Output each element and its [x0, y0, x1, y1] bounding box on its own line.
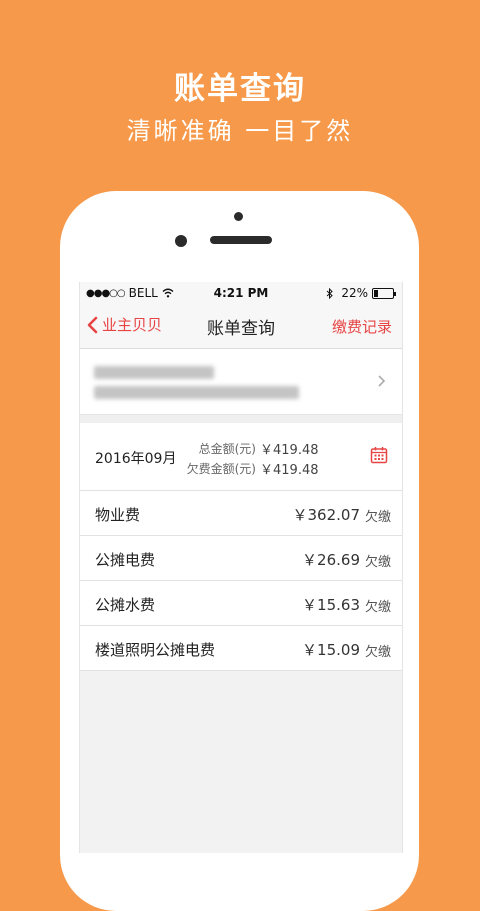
bill-item-name: 楼道照明公摊电费	[95, 641, 216, 659]
property-selector[interactable]	[80, 349, 402, 415]
phone-camera	[234, 212, 243, 221]
bill-list: 物业费 ￥362.07 欠缴 公摊电费 ￥26.69 欠缴 公摊水费 ￥15.6…	[80, 491, 402, 671]
status-right: 22%	[326, 286, 396, 300]
bill-row[interactable]: 公摊水费 ￥15.63 欠缴	[80, 581, 402, 626]
chevron-right-icon	[378, 375, 386, 387]
battery-icon	[372, 287, 396, 299]
promo-subtitle: 清晰准确 一目了然	[126, 117, 354, 145]
battery-level	[374, 289, 378, 297]
blurred-property-address	[94, 386, 299, 399]
bill-item-amount: ￥362.07	[292, 506, 361, 524]
bill-item-status: 欠缴	[364, 645, 391, 660]
bill-summary: 2016年09月 总金额(元) ￥419.48 欠费金额(元) ￥419.48	[80, 423, 402, 491]
total-amount-label: 总金额(元)	[198, 442, 256, 456]
bill-item-status: 欠缴	[364, 600, 391, 615]
total-amount-value: ￥419.48	[260, 443, 319, 458]
battery-percent: 22%	[341, 286, 368, 300]
battery-tip	[394, 291, 396, 296]
calendar-icon[interactable]	[370, 446, 388, 464]
bluetooth-icon	[326, 287, 334, 299]
bill-row[interactable]: 楼道照明公摊电费 ￥15.09 欠缴	[80, 626, 402, 671]
bill-item-amount: ￥15.63	[302, 596, 360, 614]
bill-item-amount: ￥26.69	[302, 551, 360, 569]
blurred-property-name	[94, 366, 214, 379]
bill-month: 2016年09月	[95, 451, 177, 467]
bill-row[interactable]: 公摊电费 ￥26.69 欠缴	[80, 536, 402, 581]
bill-row[interactable]: 物业费 ￥362.07 欠缴	[80, 491, 402, 536]
owed-amount-value: ￥419.48	[260, 463, 319, 478]
status-bar: ●●●○○ BELL 4:21 PM 22%	[80, 282, 402, 303]
payment-records-button[interactable]: 缴费记录	[332, 316, 392, 337]
bill-item-status: 欠缴	[364, 510, 391, 525]
bill-item-name: 公摊水费	[95, 596, 156, 614]
phone-sensor	[175, 235, 187, 247]
promo-title: 账单查询	[174, 71, 306, 107]
navigation-bar: 业主贝贝 账单查询 缴费记录	[80, 303, 402, 349]
bill-item-amount: ￥15.09	[302, 641, 360, 659]
bill-item-status: 欠缴	[364, 555, 391, 570]
bill-item-name: 公摊电费	[95, 551, 156, 569]
bill-item-name: 物业费	[95, 506, 141, 524]
phone-speaker	[210, 236, 272, 244]
section-gap	[80, 415, 402, 423]
app-screen: ●●●○○ BELL 4:21 PM 22% 业主贝贝 账单查询 缴费记录 20…	[79, 282, 403, 853]
owed-amount-label: 欠费金额(元)	[186, 462, 256, 476]
